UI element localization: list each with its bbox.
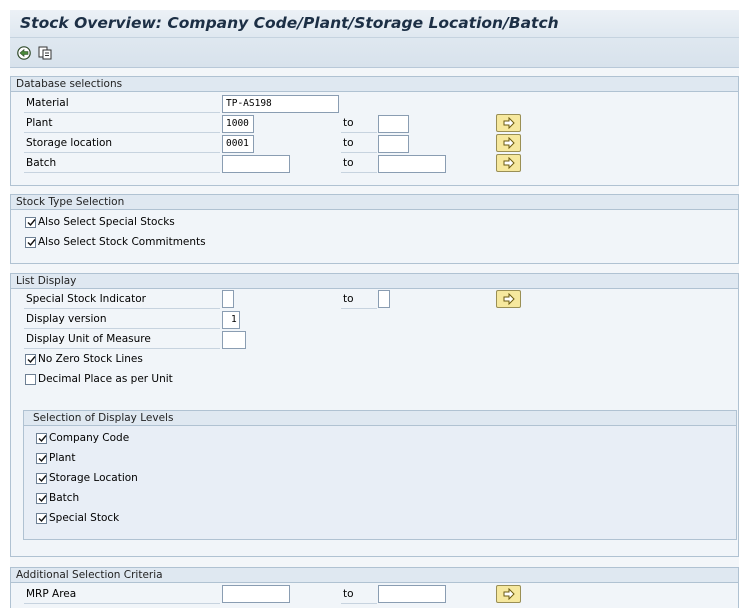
special-stock-multiple-selection-button[interactable] bbox=[496, 290, 521, 308]
arrow-right-icon bbox=[503, 157, 515, 169]
level-batch-checkbox[interactable] bbox=[36, 493, 47, 504]
stock-type-selection-group: Stock Type Selection bbox=[10, 194, 739, 264]
storage-location-multiple-selection-button[interactable] bbox=[496, 134, 521, 152]
mrp-area-label: MRP Area bbox=[24, 586, 220, 604]
storage-location-from-input[interactable]: 0001 bbox=[222, 135, 254, 153]
level-company-code-label: Company Code bbox=[49, 432, 130, 444]
material-input[interactable]: TP-AS198 bbox=[222, 95, 339, 113]
display-uom-input[interactable] bbox=[222, 331, 246, 349]
plant-to-input[interactable] bbox=[378, 115, 409, 133]
checkmark-icon bbox=[27, 239, 36, 247]
stock-commitments-label: Also Select Stock Commitments bbox=[38, 236, 206, 248]
mrp-area-multiple-selection-button[interactable] bbox=[496, 585, 521, 603]
display-version-input[interactable]: 1 bbox=[222, 311, 240, 329]
checkmark-icon bbox=[27, 356, 36, 364]
arrow-right-icon bbox=[503, 137, 515, 149]
decimal-place-label: Decimal Place as per Unit bbox=[38, 373, 173, 385]
title-bar: Stock Overview: Company Code/Plant/Stora… bbox=[10, 10, 739, 38]
plant-multiple-selection-button[interactable] bbox=[496, 114, 521, 132]
checkmark-icon bbox=[27, 219, 36, 227]
checkmark-icon bbox=[38, 495, 47, 503]
batch-label: Batch bbox=[24, 155, 220, 173]
level-plant-label: Plant bbox=[49, 452, 76, 464]
group-header: Additional Selection Criteria bbox=[11, 568, 738, 583]
group-header: Selection of Display Levels bbox=[24, 411, 736, 426]
storage-location-to-input[interactable] bbox=[378, 135, 409, 153]
arrow-right-icon bbox=[503, 588, 515, 600]
group-header: Database selections bbox=[11, 77, 738, 92]
special-stock-to-input[interactable] bbox=[378, 290, 390, 308]
checkmark-icon bbox=[38, 475, 47, 483]
to-label: to bbox=[341, 586, 377, 604]
checkmark-icon bbox=[38, 455, 47, 463]
level-special-stock-label: Special Stock bbox=[49, 512, 120, 524]
display-version-label: Display version bbox=[24, 311, 220, 329]
special-stocks-checkbox[interactable] bbox=[25, 217, 36, 228]
level-batch-label: Batch bbox=[49, 492, 80, 504]
plant-label: Plant bbox=[24, 115, 220, 133]
group-header: Stock Type Selection bbox=[11, 195, 738, 210]
no-zero-stock-label: No Zero Stock Lines bbox=[38, 353, 143, 365]
application-toolbar bbox=[10, 38, 739, 68]
level-company-code-checkbox[interactable] bbox=[36, 433, 47, 444]
to-label: to bbox=[341, 115, 377, 133]
display-uom-label: Display Unit of Measure bbox=[24, 331, 220, 349]
mrp-area-from-input[interactable] bbox=[222, 585, 290, 603]
checkmark-icon bbox=[38, 515, 47, 523]
to-label: to bbox=[341, 291, 377, 309]
arrow-right-icon bbox=[503, 117, 515, 129]
level-plant-checkbox[interactable] bbox=[36, 453, 47, 464]
group-header: List Display bbox=[11, 274, 738, 289]
to-label: to bbox=[341, 155, 377, 173]
page-title: Stock Overview: Company Code/Plant/Stora… bbox=[20, 14, 559, 32]
get-variant-icon[interactable] bbox=[37, 45, 53, 61]
level-storage-location-label: Storage Location bbox=[49, 472, 138, 484]
special-stocks-label: Also Select Special Stocks bbox=[38, 216, 175, 228]
batch-multiple-selection-button[interactable] bbox=[496, 154, 521, 172]
material-label: Material bbox=[24, 95, 220, 113]
level-storage-location-checkbox[interactable] bbox=[36, 473, 47, 484]
special-stock-from-input[interactable] bbox=[222, 290, 234, 308]
special-stock-indicator-label: Special Stock Indicator bbox=[24, 291, 220, 309]
plant-from-input[interactable]: 1000 bbox=[222, 115, 254, 133]
no-zero-stock-checkbox[interactable] bbox=[25, 354, 36, 365]
level-special-stock-checkbox[interactable] bbox=[36, 513, 47, 524]
execute-icon[interactable] bbox=[16, 45, 32, 61]
to-label: to bbox=[341, 135, 377, 153]
batch-to-input[interactable] bbox=[378, 155, 446, 173]
storage-location-label: Storage location bbox=[24, 135, 220, 153]
stock-commitments-checkbox[interactable] bbox=[25, 237, 36, 248]
mrp-area-to-input[interactable] bbox=[378, 585, 446, 603]
decimal-place-checkbox[interactable] bbox=[25, 374, 36, 385]
arrow-right-icon bbox=[503, 293, 515, 305]
checkmark-icon bbox=[38, 435, 47, 443]
batch-from-input[interactable] bbox=[222, 155, 290, 173]
